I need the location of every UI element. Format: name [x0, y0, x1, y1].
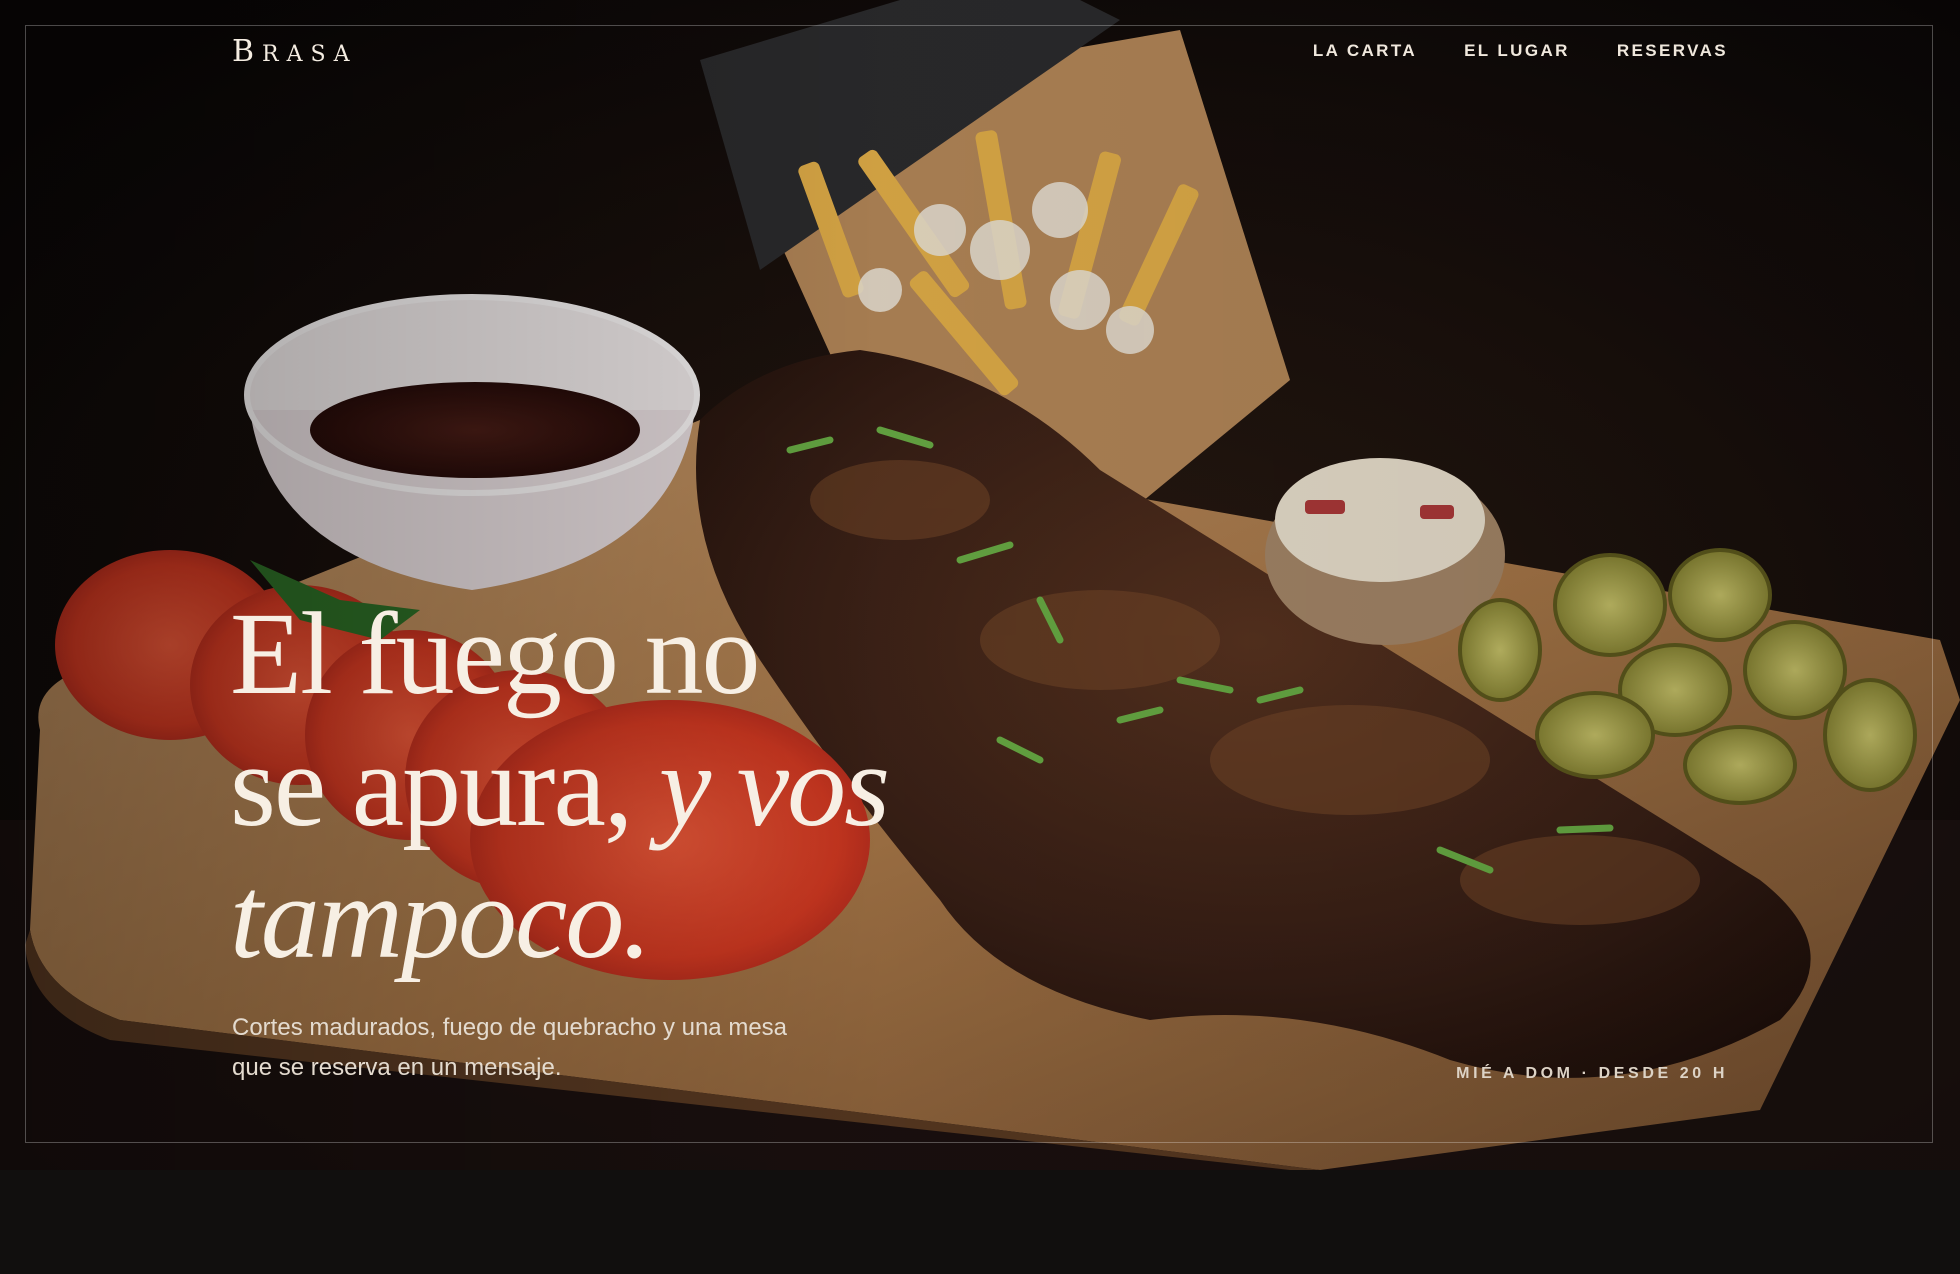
headline-line-1: El fuego no: [230, 588, 761, 719]
nav-link-reservas[interactable]: RESERVAS: [1617, 41, 1728, 61]
brand-logo[interactable]: BRASA: [232, 34, 357, 69]
nav-link-la-carta[interactable]: LA CARTA: [1313, 41, 1417, 61]
nav-link-el-lugar[interactable]: EL LUGAR: [1464, 41, 1570, 61]
hero: BRASA LA CARTA EL LUGAR RESERVAS El fueg…: [0, 0, 1960, 1170]
hero-lead-text: Cortes madurados, fuego de quebracho y u…: [232, 1014, 788, 1081]
hero-headline: El fuego no se apura, y vos tampoco.: [230, 588, 950, 984]
main-nav: LA CARTA EL LUGAR RESERVAS: [1313, 41, 1728, 61]
headline-line-2: se apura,: [230, 720, 633, 851]
brand-initial: B: [232, 34, 263, 69]
opening-hours: MIÉ A DOM · DESDE 20 H: [1456, 1065, 1728, 1082]
brand-rest: RASA: [262, 42, 358, 67]
hero-food-photo: [0, 0, 1960, 1170]
